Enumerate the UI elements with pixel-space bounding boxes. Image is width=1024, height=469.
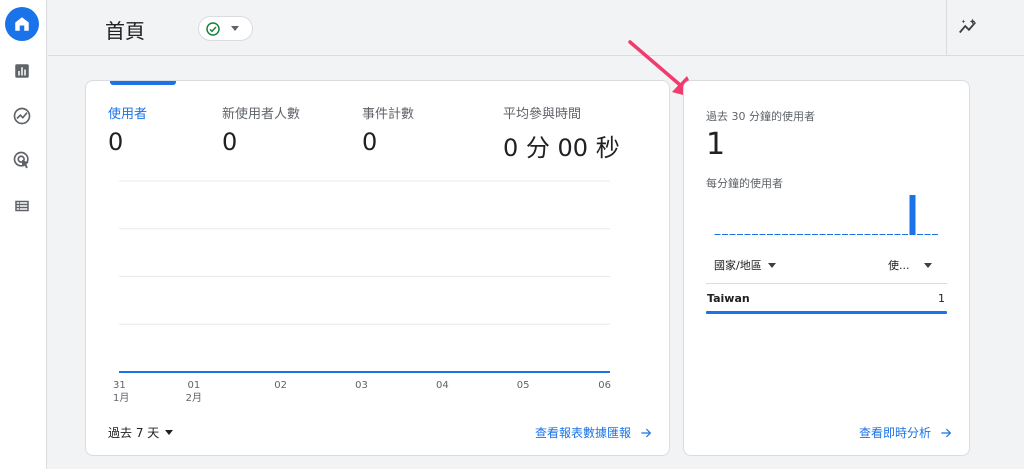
- per-minute-bar: [902, 234, 908, 235]
- per-minute-bar: [849, 234, 856, 235]
- per-minute-bar: [924, 234, 931, 235]
- date-range-label: 過去 7 天: [108, 426, 160, 440]
- explore-icon: [13, 107, 31, 125]
- reports-icon: [15, 64, 29, 78]
- users-column-dropdown[interactable]: 使...: [888, 257, 932, 273]
- row-users: 1: [938, 292, 945, 305]
- x-tick-month-label: 1月: [113, 392, 129, 404]
- x-tick-label: 04: [436, 380, 449, 391]
- table-header-divider: [706, 283, 947, 284]
- country-column-label: 國家/地區: [714, 259, 762, 272]
- per-minute-bar: [729, 234, 736, 235]
- users-line-chart: 311月 012月 02 03 04 05 06: [113, 180, 611, 404]
- per-minute-bar: [917, 234, 923, 235]
- realtime-title: 過去 30 分鐘的使用者: [706, 110, 815, 123]
- per-minute-bar: [752, 234, 758, 235]
- insights-icon: [959, 18, 977, 34]
- side-navigation: [0, 0, 47, 469]
- page-title: 首頁: [105, 19, 145, 43]
- per-minute-bar: [819, 234, 826, 235]
- per-minute-bar: [834, 234, 841, 235]
- per-minute-bar: [789, 234, 796, 235]
- x-tick-label: 03: [355, 380, 368, 391]
- country-column-dropdown[interactable]: 國家/地區: [714, 257, 776, 273]
- insights-button[interactable]: [953, 12, 983, 42]
- page-header: 首頁: [48, 0, 1024, 56]
- view-reports-label: 查看報表數據匯報: [534, 426, 631, 440]
- realtime-user-count: 1: [706, 127, 726, 162]
- per-minute-bar: [722, 234, 728, 235]
- per-minute-bar: [737, 234, 743, 235]
- per-minute-bar: [864, 234, 871, 235]
- arrow-right-icon: [641, 428, 652, 437]
- per-minute-bar: [767, 234, 773, 235]
- per-minute-bar: [872, 234, 878, 235]
- x-tick-label: 01: [187, 380, 200, 391]
- row-country: Taiwan: [707, 292, 750, 305]
- nav-reports-button[interactable]: [5, 54, 39, 88]
- chevron-down-icon: [923, 262, 932, 268]
- per-minute-bar: [842, 234, 848, 235]
- overview-card: 使用者 0 新使用者人數 0 事件計數 0 平均參與時間 0 分 00 秒 31…: [85, 80, 670, 456]
- x-tick-label: 06: [598, 380, 611, 391]
- x-tick-label: 02: [274, 380, 287, 391]
- per-minute-bar: [759, 234, 766, 235]
- users-column-label: 使...: [888, 259, 910, 272]
- per-minute-bar-chart: [714, 195, 938, 235]
- chevron-down-icon: [231, 26, 239, 31]
- chevron-down-icon: [165, 430, 174, 435]
- x-tick-month-label: 2月: [186, 392, 202, 404]
- per-minute-bar: [744, 234, 751, 235]
- per-minute-bar: [804, 234, 811, 235]
- advertising-icon: [13, 151, 29, 169]
- x-tick-label: 05: [517, 380, 530, 391]
- nav-configure-button[interactable]: [5, 189, 39, 223]
- per-minute-bar: [857, 234, 863, 235]
- per-minute-bar: [797, 234, 803, 235]
- arrow-right-icon: [941, 428, 952, 437]
- per-minute-bar: [879, 234, 886, 235]
- table-row: Taiwan 1: [706, 290, 947, 312]
- per-minute-bar: [909, 195, 916, 235]
- realtime-card: 過去 30 分鐘的使用者 1 每分鐘的使用者 國家/地區 使... Taiwan…: [683, 80, 970, 456]
- property-status-dropdown[interactable]: [198, 16, 253, 41]
- check-circle-icon: [206, 21, 220, 36]
- per-minute-bar: [714, 234, 721, 235]
- view-realtime-label: 查看即時分析: [858, 426, 931, 440]
- view-reports-link[interactable]: 查看報表數據匯報: [535, 424, 653, 441]
- per-minute-label: 每分鐘的使用者: [706, 177, 783, 190]
- nav-home-button[interactable]: [5, 7, 39, 41]
- configure-icon: [15, 200, 29, 212]
- per-minute-bar: [782, 234, 788, 235]
- per-minute-bar: [932, 234, 938, 235]
- per-minute-bar: [827, 234, 833, 235]
- header-divider: [946, 0, 947, 56]
- row-share-bar: [706, 311, 947, 314]
- nav-advertising-button[interactable]: [5, 143, 39, 177]
- per-minute-bar: [812, 234, 818, 235]
- per-minute-bar: [774, 234, 781, 235]
- per-minute-bar: [894, 234, 901, 235]
- date-range-dropdown[interactable]: 過去 7 天: [108, 424, 174, 441]
- x-tick-label: 31: [113, 380, 126, 391]
- per-minute-bar: [887, 234, 893, 235]
- home-icon: [15, 17, 29, 31]
- view-realtime-link[interactable]: 查看即時分析: [859, 424, 953, 441]
- chevron-down-icon: [767, 262, 776, 268]
- nav-explore-button[interactable]: [5, 99, 39, 133]
